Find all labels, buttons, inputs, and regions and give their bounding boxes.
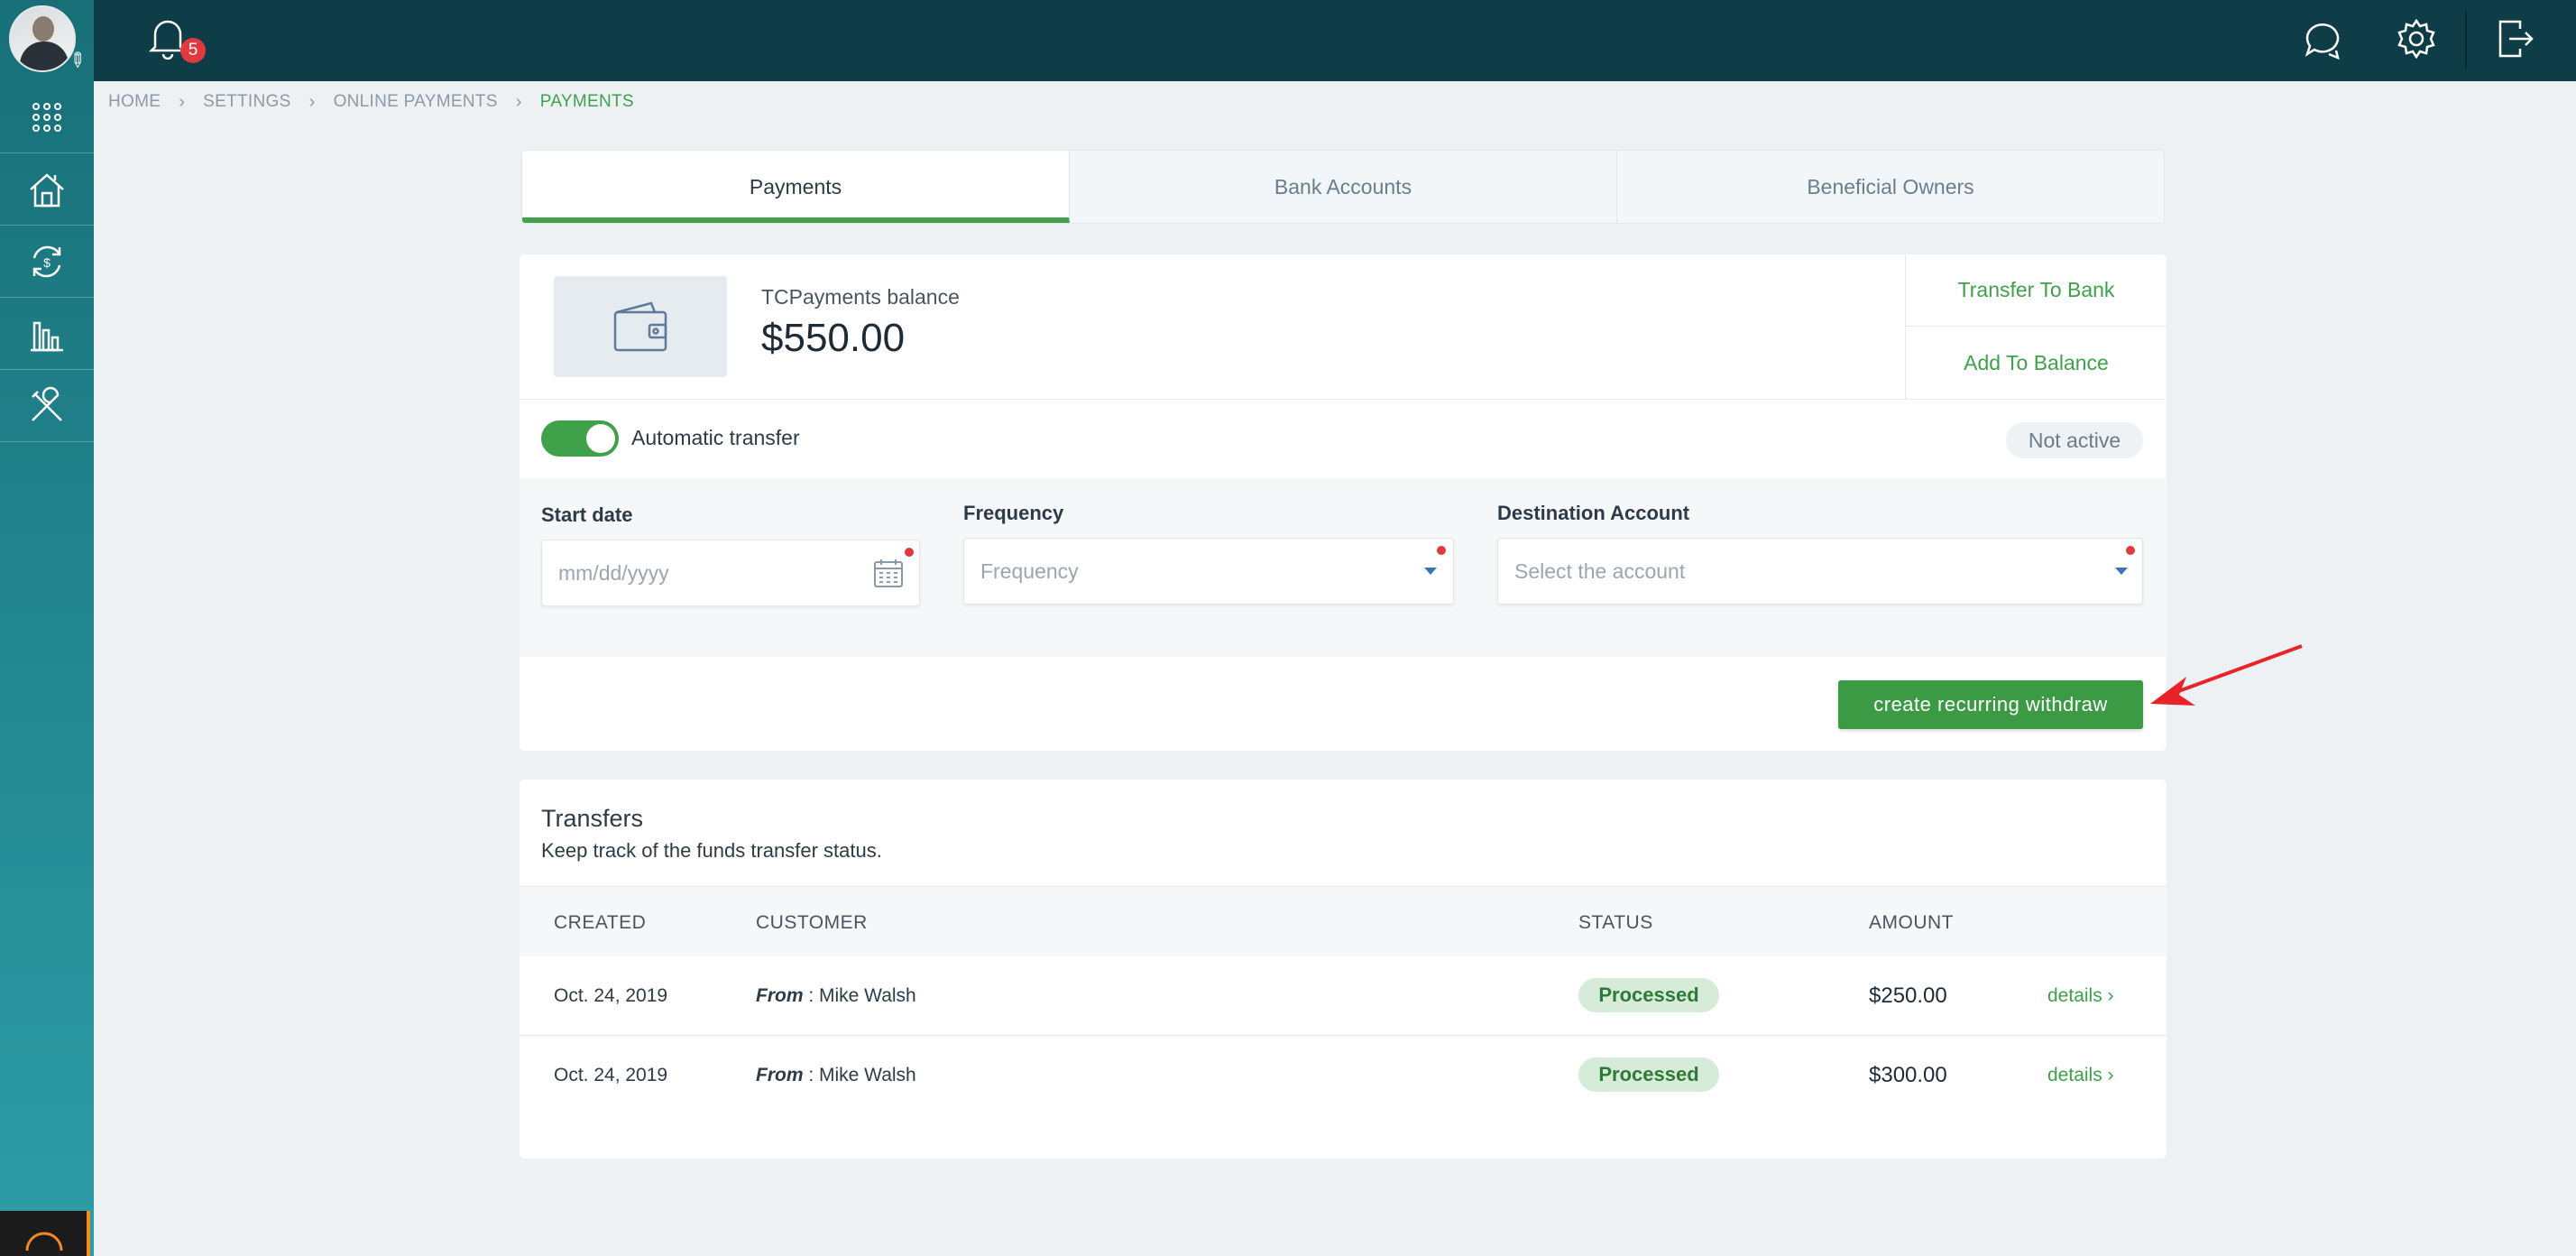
column-customer: CUSTOMER: [756, 912, 868, 933]
frequency-select[interactable]: Frequency: [963, 538, 1454, 605]
table-row: Oct. 24, 2019 From : Mike Walsh Processe…: [520, 956, 2167, 1036]
svg-text:$: $: [43, 255, 51, 270]
chat-icon: [2305, 23, 2340, 60]
breadcrumb-home[interactable]: HOME: [108, 92, 161, 112]
created-date: Oct. 24, 2019: [554, 985, 668, 1006]
customer-value: : Mike Walsh: [803, 1065, 916, 1085]
logout-button[interactable]: [2497, 18, 2535, 60]
customer-value: : Mike Walsh: [803, 985, 916, 1006]
details-link[interactable]: details ›: [2047, 1065, 2114, 1086]
tools-icon: [32, 386, 62, 421]
table-row: Oct. 24, 2019 From : Mike Walsh Processe…: [520, 1036, 2167, 1115]
chevron-right-icon: ›: [179, 91, 186, 112]
chevron-right-icon: ›: [2107, 1065, 2114, 1085]
headset-icon: [25, 1232, 63, 1251]
required-indicator: [2126, 546, 2135, 555]
table-header: CREATED CUSTOMER STATUS AMOUNT: [520, 886, 2167, 956]
column-created: CREATED: [554, 912, 647, 933]
status-badge: Not active: [2006, 422, 2143, 458]
support-button[interactable]: [0, 1211, 90, 1256]
amount-value: $250.00: [1869, 984, 1947, 1008]
transfers-title: Transfers: [541, 805, 644, 832]
transfer-to-bank-button[interactable]: Transfer To Bank: [1906, 254, 2167, 327]
calendar-icon[interactable]: [872, 557, 905, 589]
details-label: details: [2047, 985, 2102, 1006]
start-date-field[interactable]: mm/dd/yyyy: [541, 540, 920, 606]
balance-amount: $550.00: [761, 316, 906, 360]
caret-down-icon: [2115, 568, 2128, 575]
transfers-subtitle: Keep track of the funds transfer status.: [541, 839, 882, 862]
topbar-divider: [2465, 11, 2467, 69]
tab-payments[interactable]: Payments: [522, 151, 1070, 223]
sidebar-item-apps[interactable]: [0, 81, 94, 153]
tab-beneficial-owners[interactable]: Beneficial Owners: [1617, 151, 2164, 223]
details-label: details: [2047, 1065, 2102, 1085]
chevron-right-icon: ›: [515, 91, 522, 112]
logout-icon: [2498, 20, 2534, 58]
destination-account-placeholder: Select the account: [1514, 559, 1686, 583]
add-to-balance-button[interactable]: Add To Balance: [1906, 327, 2167, 399]
caret-down-icon: [1424, 568, 1437, 575]
start-date-label: Start date: [541, 503, 633, 526]
status-badge: Processed: [1578, 978, 1719, 1012]
from-label: From: [756, 1065, 804, 1085]
breadcrumb-payments: PAYMENTS: [539, 92, 634, 111]
top-bar: 5: [94, 0, 2576, 81]
chevron-right-icon: ›: [2107, 985, 2114, 1006]
money-exchange-icon: $: [32, 245, 61, 277]
start-date-placeholder: mm/dd/yyyy: [558, 560, 669, 585]
automatic-transfer-toggle[interactable]: [541, 420, 619, 457]
status-badge: Processed: [1578, 1057, 1719, 1092]
created-date: Oct. 24, 2019: [554, 1065, 668, 1085]
column-amount: AMOUNT: [1869, 912, 1954, 933]
bar-chart-icon: [31, 321, 63, 351]
required-indicator: [1437, 546, 1446, 555]
payments-tabs: Payments Bank Accounts Beneficial Owners: [521, 150, 2165, 224]
chevron-right-icon: ›: [308, 91, 316, 112]
balance-card: TCPayments balance $550.00 Transfer To B…: [520, 254, 2167, 751]
breadcrumb-settings[interactable]: SETTINGS: [203, 92, 290, 112]
column-status: STATUS: [1578, 912, 1653, 933]
transfers-card: Transfers Keep track of the funds transf…: [520, 780, 2167, 1159]
gear-icon: [2397, 18, 2435, 60]
customer-name: From : Mike Walsh: [756, 1065, 916, 1086]
sidebar-item-home[interactable]: [0, 153, 94, 226]
customer-name: From : Mike Walsh: [756, 985, 916, 1007]
from-label: From: [756, 985, 804, 1006]
destination-account-label: Destination Account: [1497, 502, 1690, 524]
wallet-icon: [613, 301, 667, 352]
wallet-thumbnail: [554, 276, 727, 377]
breadcrumb: HOME › SETTINGS › ONLINE PAYMENTS › PAYM…: [108, 90, 634, 114]
sidebar-item-reports[interactable]: [0, 298, 94, 370]
annotation-arrow-icon: [2150, 644, 2303, 706]
settings-button[interactable]: [2396, 18, 2437, 60]
apps-grid-icon: [32, 102, 61, 132]
tab-bank-accounts[interactable]: Bank Accounts: [1070, 151, 1617, 223]
recurring-withdraw-form: Start date mm/dd/yyyy Frequency Frequenc…: [520, 478, 2167, 657]
notification-count-badge: 5: [180, 38, 206, 63]
required-indicator: [905, 548, 914, 557]
house-icon: [30, 172, 64, 207]
balance-actions: Transfer To Bank Add To Balance: [1905, 254, 2167, 399]
frequency-placeholder: Frequency: [980, 559, 1079, 583]
amount-value: $300.00: [1869, 1063, 1947, 1087]
sidebar-item-tools[interactable]: [0, 370, 94, 442]
automatic-transfer-label: Automatic transfer: [631, 426, 800, 449]
destination-account-select[interactable]: Select the account: [1497, 538, 2143, 605]
frequency-label: Frequency: [963, 502, 1064, 524]
chat-button[interactable]: [2302, 18, 2343, 60]
details-link[interactable]: details ›: [2047, 985, 2114, 1007]
create-recurring-withdraw-button[interactable]: create recurring withdraw: [1838, 680, 2143, 729]
sidebar-item-payments[interactable]: $: [0, 226, 94, 298]
breadcrumb-online-payments[interactable]: ONLINE PAYMENTS: [334, 92, 498, 112]
sidebar: ✎ $: [0, 0, 94, 1256]
card-divider: [520, 399, 2167, 400]
balance-label: TCPayments balance: [761, 285, 960, 309]
